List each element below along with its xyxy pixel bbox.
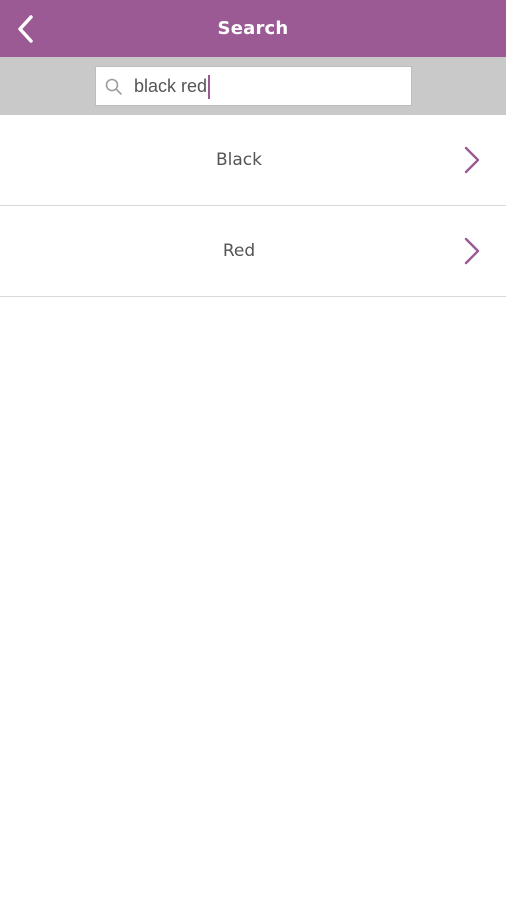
list-item-label: Red bbox=[222, 241, 256, 261]
search-box[interactable] bbox=[95, 66, 412, 106]
back-button[interactable] bbox=[6, 10, 46, 48]
chevron-right-icon bbox=[464, 237, 480, 265]
search-bar bbox=[0, 57, 506, 115]
chevron-right-icon bbox=[464, 146, 480, 174]
search-input[interactable] bbox=[134, 67, 404, 105]
chevron-left-icon bbox=[18, 15, 33, 43]
list-item-red[interactable]: Red bbox=[0, 206, 506, 297]
list-item-label: Black bbox=[216, 150, 262, 170]
list-item-black[interactable]: Black bbox=[0, 115, 506, 206]
page-title: Search bbox=[217, 18, 289, 39]
results-list: Black Red bbox=[0, 115, 506, 297]
text-cursor bbox=[208, 75, 211, 99]
search-icon bbox=[105, 78, 122, 95]
app-bar: Search bbox=[0, 0, 506, 57]
